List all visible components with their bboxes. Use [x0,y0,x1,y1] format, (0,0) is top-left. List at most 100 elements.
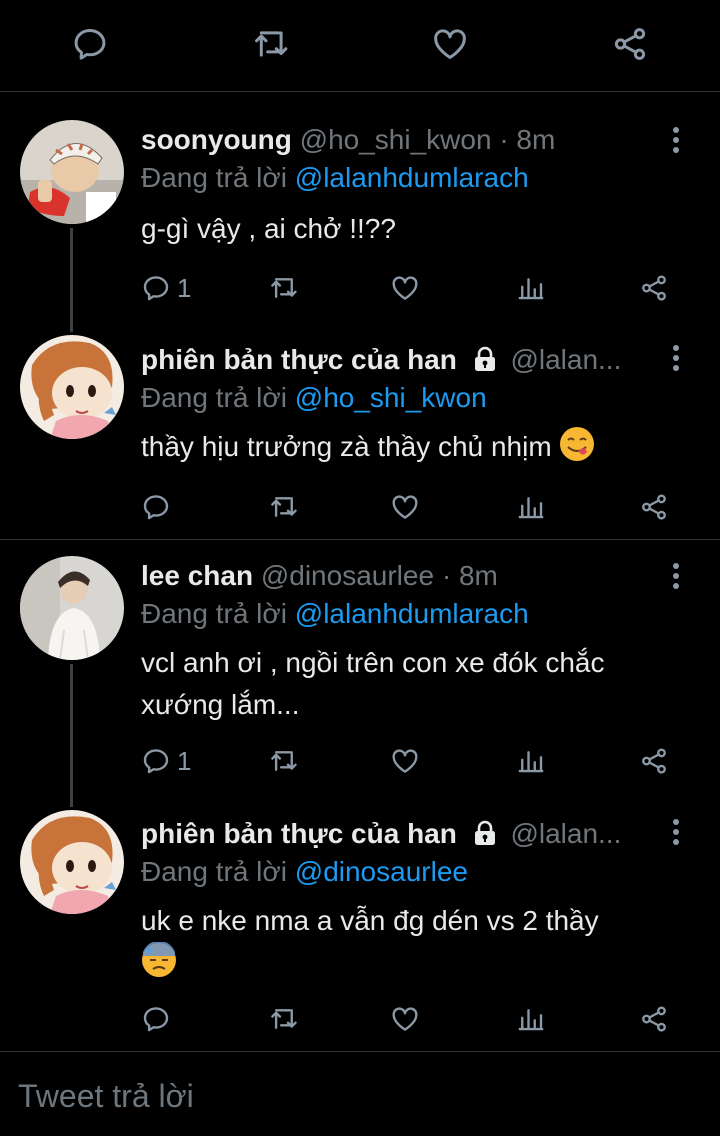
retweet-button[interactable] [268,271,298,305]
share-button[interactable] [608,22,652,66]
tweet-text-line: vcl anh ơi , ngồi trên con xe đók chắc [141,647,605,678]
share-button[interactable] [639,1002,669,1036]
reply-button[interactable] [141,490,177,524]
retweet-icon [268,746,298,776]
tweet-text: thầy hịu trưởng zà thầy chủ nhịm [141,431,552,462]
like-button[interactable] [390,490,420,524]
like-button[interactable] [390,271,420,305]
stats-icon [516,1004,546,1034]
like-icon [390,746,420,776]
reply-icon [141,273,171,303]
like-button[interactable] [428,22,472,66]
reply-icon [141,492,171,522]
reply-button[interactable]: 1 [141,271,191,305]
display-name[interactable]: lee chan [141,560,253,591]
retweet-icon [268,492,298,522]
more-icon [673,819,679,845]
tweet-actions [141,1002,681,1036]
share-icon [639,492,669,522]
more-options-button[interactable] [664,341,688,375]
replying-to: Đang trả lời @lalanhdumlarach [141,597,700,631]
tweet-header: lee chan @dinosaurlee · 8m [141,559,668,593]
retweet-button[interactable] [268,744,298,778]
reply-button[interactable] [68,22,112,66]
stats-icon [516,492,546,522]
share-button[interactable] [639,490,669,524]
retweet-button[interactable] [268,1002,298,1036]
tweet-text: vcl anh ơi , ngồi trên con xe đók chắc x… [141,642,680,726]
user-handle[interactable]: @lalan... [510,818,621,849]
more-options-button[interactable] [664,559,688,593]
separator: · [441,560,452,591]
share-button[interactable] [639,744,669,778]
reply-icon [71,25,109,63]
tweet-text: g-gì vậy , ai chở !!?? [141,213,396,244]
timestamp[interactable]: 8m [516,124,555,155]
tweet-text-block: uk e nke nma a vẫn đg dén vs 2 thầy [141,900,680,984]
more-options-button[interactable] [664,123,688,157]
more-icon [673,127,679,153]
share-icon [639,746,669,776]
mention-link[interactable]: @lalanhdumlarach [295,598,529,629]
retweet-icon [268,273,298,303]
stats-button[interactable] [516,744,546,778]
stats-icon [516,746,546,776]
tweet-actions: 1 [141,744,681,778]
separator: · [499,124,509,155]
stats-button[interactable] [516,1002,546,1036]
share-icon [611,25,649,63]
like-icon [431,25,469,63]
more-icon [673,345,679,371]
reply-button[interactable]: 1 [141,744,191,778]
more-icon [673,563,679,589]
like-icon [390,492,420,522]
tweet-text-line: xướng lắm... [141,689,300,720]
avatar[interactable] [20,810,124,914]
avatar[interactable] [20,556,124,660]
replying-to: Đang trả lời @ho_shi_kwon [141,381,700,415]
replying-to-label: Đang trả lời [141,856,287,887]
stats-button[interactable] [516,271,546,305]
avatar[interactable] [20,120,124,224]
reply-icon [141,1004,171,1034]
reply-composer [0,1051,720,1136]
like-icon [390,1004,420,1034]
display-name[interactable]: phiên bản thực của han [141,344,457,375]
lock-icon [473,820,497,846]
thread-line [70,664,73,807]
thread-line [70,228,73,332]
like-button[interactable] [390,744,420,778]
reply-button[interactable] [141,1002,177,1036]
retweet-button[interactable] [268,490,298,524]
share-button[interactable] [639,271,669,305]
replying-to-label: Đang trả lời [141,162,287,193]
reply-count: 1 [177,745,192,776]
display-name[interactable]: soonyoung [141,124,292,155]
user-handle[interactable]: @lalan... [510,344,621,375]
user-handle[interactable]: @ho_shi_kwon [300,124,492,155]
tweet-actions: 1 [141,271,681,305]
stats-button[interactable] [516,490,546,524]
user-handle[interactable]: @dinosaurlee [261,560,434,591]
tweet-text-row: thầy hịu trưởng zà thầy chủ nhịm [141,426,680,468]
reply-count: 1 [177,272,192,303]
mention-link[interactable]: @dinosaurlee [295,856,468,887]
replying-to: Đang trả lời @lalanhdumlarach [141,161,700,195]
timestamp[interactable]: 8m [459,560,498,591]
tweet-header: phiên bản thực của han @lalan... [141,343,668,377]
mention-link[interactable]: @ho_shi_kwon [295,382,487,413]
like-icon [390,273,420,303]
sweat-face-emoji [141,942,177,978]
replying-to-label: Đang trả lời [141,598,287,629]
mention-link[interactable]: @lalanhdumlarach [295,162,529,193]
tweet-header: soonyoung @ho_shi_kwon · 8m [141,123,668,157]
more-options-button[interactable] [664,815,688,849]
stats-icon [516,273,546,303]
retweet-icon [268,1004,298,1034]
reply-input[interactable] [18,1074,698,1118]
retweet-button[interactable] [248,22,292,66]
avatar[interactable] [20,335,124,439]
lock-icon [473,346,497,372]
like-button[interactable] [390,1002,420,1036]
display-name[interactable]: phiên bản thực của han [141,818,457,849]
